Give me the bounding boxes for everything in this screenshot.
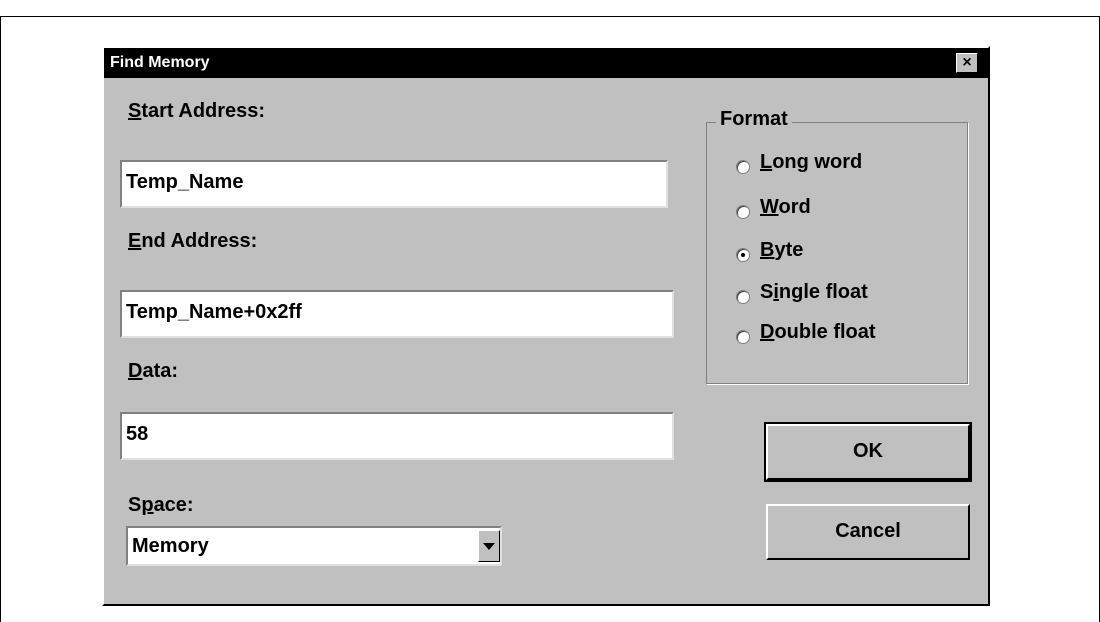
- radio-label-double-float[interactable]: Double float: [760, 321, 876, 344]
- radio-label-byte[interactable]: Byte: [760, 239, 803, 262]
- ok-button[interactable]: OK: [764, 422, 972, 482]
- title-bar: Find Memory ×: [104, 48, 988, 78]
- space-select[interactable]: Memory: [126, 526, 502, 566]
- data-label: Data:: [128, 360, 179, 382]
- chevron-down-icon: [483, 543, 495, 550]
- end-address-input[interactable]: Temp_Name+0x2ff: [120, 290, 674, 338]
- space-dropdown-button[interactable]: [478, 530, 500, 562]
- radio-single-float[interactable]: [736, 290, 750, 304]
- radio-word[interactable]: [736, 205, 750, 219]
- start-address-label: Start Address:: [128, 100, 266, 122]
- dialog-title: Find Memory: [110, 54, 210, 71]
- space-label: Space:: [128, 494, 194, 516]
- radio-byte[interactable]: [736, 248, 750, 262]
- radio-label-word[interactable]: Word: [760, 196, 811, 219]
- figure-frame-top: [0, 16, 1100, 17]
- cancel-button[interactable]: Cancel: [766, 504, 970, 560]
- find-memory-dialog: Find Memory × Start Address: Temp_Name E…: [102, 46, 990, 606]
- format-label: Format: [716, 108, 792, 131]
- radio-label-long-word[interactable]: Long word: [760, 151, 862, 174]
- radio-selected-dot: [741, 253, 745, 257]
- close-button[interactable]: ×: [956, 53, 978, 73]
- radio-long-word[interactable]: [736, 160, 750, 174]
- close-icon: ×: [962, 54, 972, 71]
- end-address-label: End Address:: [128, 230, 258, 252]
- radio-label-single-float[interactable]: Single float: [760, 281, 868, 304]
- data-input[interactable]: 58: [120, 412, 674, 460]
- start-address-input[interactable]: Temp_Name: [120, 160, 668, 208]
- radio-double-float[interactable]: [736, 330, 750, 344]
- figure-frame-left: [0, 16, 1, 622]
